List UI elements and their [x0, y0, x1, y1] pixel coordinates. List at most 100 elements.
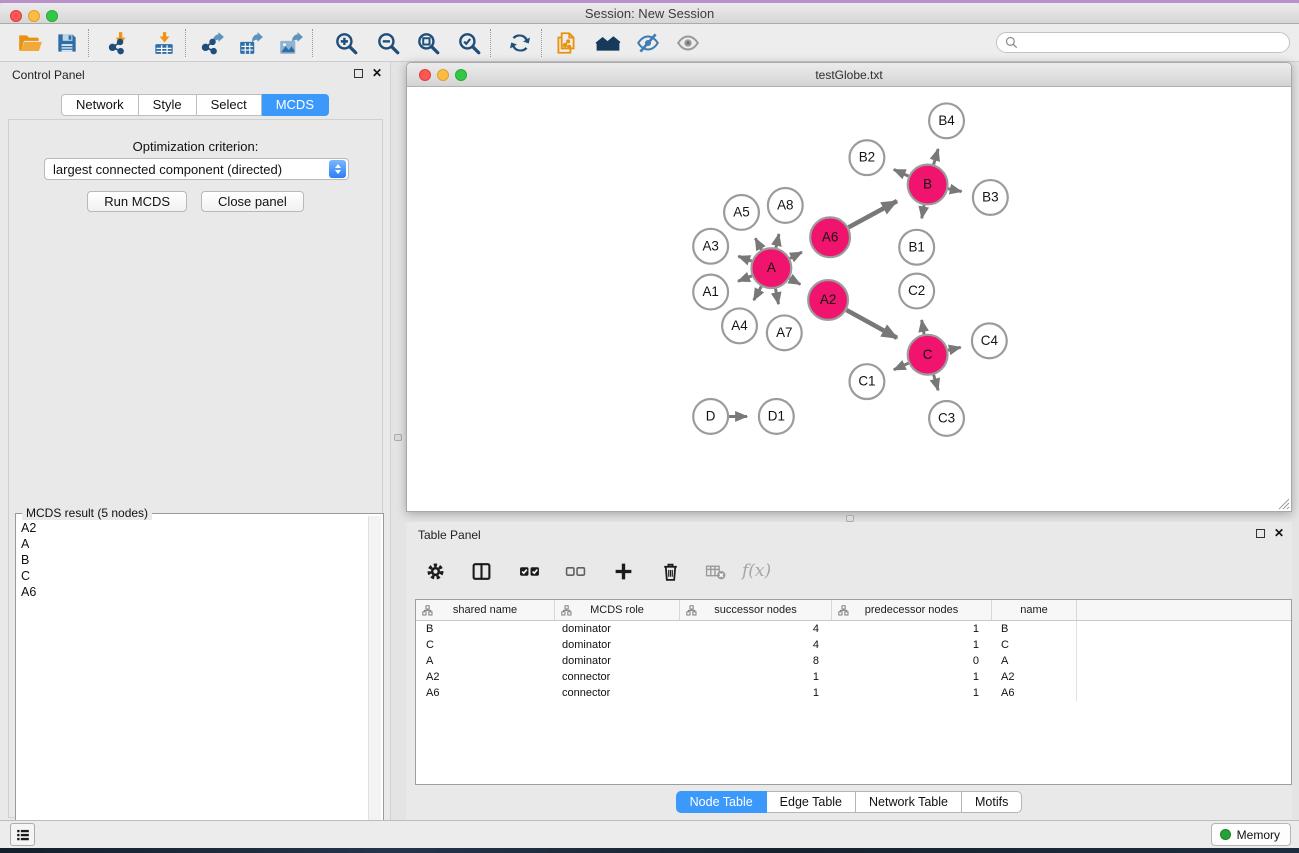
table-cell[interactable]: A2: [416, 669, 554, 685]
table-cell[interactable]: dominator: [554, 637, 679, 653]
float-panel-icon[interactable]: [354, 69, 363, 78]
close-table-panel-icon[interactable]: ✕: [1274, 528, 1284, 539]
graph-edge-C-C2[interactable]: [922, 320, 924, 334]
hide-eye-icon[interactable]: [631, 27, 665, 59]
graph-node-A1[interactable]: A1: [693, 275, 728, 310]
home-layout-icon[interactable]: [591, 27, 625, 59]
table-cell[interactable]: dominator: [554, 653, 679, 669]
table-cell[interactable]: B: [416, 621, 554, 637]
graph-node-C3[interactable]: C3: [929, 401, 964, 436]
network-canvas[interactable]: B4B2BB3A5A8A6B1A3AA1C2A2A4A7C4CC1C3DD1: [407, 87, 1291, 511]
add-column-icon[interactable]: [610, 558, 636, 584]
task-list-button[interactable]: [10, 823, 35, 846]
graph-node-A4[interactable]: A4: [722, 308, 757, 343]
graph-node-B4[interactable]: B4: [929, 103, 964, 138]
graph-edge-A6-B[interactable]: [849, 201, 897, 227]
table-cell[interactable]: B: [991, 621, 1076, 637]
horizontal-divider-grip[interactable]: [846, 515, 854, 522]
tab-select[interactable]: Select: [197, 94, 262, 116]
column-header-predecessor-nodes[interactable]: predecessor nodes: [831, 600, 991, 620]
table-cell[interactable]: A: [991, 653, 1076, 669]
column-header-name[interactable]: name: [991, 600, 1076, 620]
tab-style[interactable]: Style: [139, 94, 197, 116]
import-table-icon[interactable]: [147, 27, 181, 59]
graph-node-C4[interactable]: C4: [972, 323, 1007, 358]
table-cell[interactable]: dominator: [554, 621, 679, 637]
graph-edge-B-B3[interactable]: [948, 189, 961, 192]
table-cell[interactable]: connector: [554, 685, 679, 701]
close-panel-icon[interactable]: ✕: [372, 68, 382, 79]
graph-node-B[interactable]: B: [908, 165, 948, 205]
table-row-A[interactable]: Adominator80A: [416, 653, 1291, 669]
graph-node-B2[interactable]: B2: [849, 140, 884, 175]
function-builder-icon[interactable]: f(x): [742, 561, 771, 581]
split-view-icon[interactable]: [468, 558, 494, 584]
resize-grip-icon[interactable]: [1276, 496, 1290, 510]
table-cell[interactable]: 1: [831, 669, 991, 685]
export-image-icon[interactable]: [274, 27, 308, 59]
graph-edge-C-C4[interactable]: [948, 347, 961, 350]
table-cell[interactable]: A6: [416, 685, 554, 701]
graph-edge-A2-C[interactable]: [846, 310, 897, 338]
result-scrollbar[interactable]: [368, 516, 381, 853]
table-cell[interactable]: 8: [679, 653, 831, 669]
tab-motifs[interactable]: Motifs: [962, 791, 1022, 813]
clone-network-document-icon[interactable]: [549, 27, 583, 59]
graph-node-A[interactable]: A: [751, 248, 791, 288]
memory-button[interactable]: Memory: [1211, 823, 1291, 846]
run-mcds-button[interactable]: Run MCDS: [87, 191, 187, 212]
table-cell[interactable]: 1: [831, 621, 991, 637]
table-cell[interactable]: C: [416, 637, 554, 653]
mcds-result-item[interactable]: A6: [21, 584, 367, 600]
graph-node-C2[interactable]: C2: [899, 274, 934, 309]
graph-node-B3[interactable]: B3: [973, 180, 1008, 215]
network-graph[interactable]: B4B2BB3A5A8A6B1A3AA1C2A2A4A7C4CC1C3DD1: [407, 87, 1291, 511]
search-field[interactable]: [996, 32, 1290, 53]
mcds-result-item[interactable]: C: [21, 568, 367, 584]
zoom-selected-icon[interactable]: [452, 27, 486, 59]
graph-node-A8[interactable]: A8: [768, 188, 803, 223]
table-row-C[interactable]: Cdominator41C: [416, 637, 1291, 653]
graph-edge-C-C3[interactable]: [934, 375, 939, 391]
show-eye-icon[interactable]: [671, 27, 705, 59]
graph-edge-B-B4[interactable]: [934, 149, 939, 165]
zoom-in-icon[interactable]: [329, 27, 363, 59]
export-table-icon[interactable]: [234, 27, 268, 59]
graph-node-A5[interactable]: A5: [724, 195, 759, 230]
tab-network-table[interactable]: Network Table: [856, 791, 962, 813]
tab-network[interactable]: Network: [61, 94, 139, 116]
graph-edge-A-A7[interactable]: [775, 289, 778, 304]
unchecked-boxes-icon[interactable]: [562, 558, 588, 584]
graph-edge-A-A3[interactable]: [738, 256, 751, 261]
graph-node-A6[interactable]: A6: [810, 217, 850, 257]
zoom-fit-icon[interactable]: [411, 27, 445, 59]
graph-edge-C-C1[interactable]: [894, 363, 909, 370]
search-input[interactable]: [1023, 36, 1281, 50]
graph-edge-A-A2[interactable]: [790, 278, 801, 284]
mcds-result-item[interactable]: A: [21, 536, 367, 552]
table-cell[interactable]: 1: [679, 669, 831, 685]
graph-edge-A-A1[interactable]: [738, 276, 752, 281]
table-row-A2[interactable]: A2connector11A2: [416, 669, 1291, 685]
tab-mcds[interactable]: MCDS: [262, 94, 329, 116]
panel-divider[interactable]: [391, 62, 406, 820]
table-cell[interactable]: A2: [991, 669, 1076, 685]
import-network-icon[interactable]: [102, 27, 136, 59]
table-row-B[interactable]: Bdominator41B: [416, 621, 1291, 637]
table-cell[interactable]: 1: [831, 637, 991, 653]
column-header-shared-name[interactable]: shared name: [416, 600, 554, 620]
table-cell[interactable]: A6: [991, 685, 1076, 701]
open-folder-icon[interactable]: [13, 27, 47, 59]
graph-edge-A-A5[interactable]: [755, 238, 761, 249]
divider-grip[interactable]: [394, 434, 402, 441]
table-cell[interactable]: 4: [679, 621, 831, 637]
graph-edge-A-A6[interactable]: [790, 252, 802, 258]
column-header-MCDS-role[interactable]: MCDS role: [554, 600, 679, 620]
graph-edge-A-A4[interactable]: [754, 286, 762, 300]
table-cell[interactable]: C: [991, 637, 1076, 653]
mcds-result-item[interactable]: A2: [21, 520, 367, 536]
table-cell[interactable]: 0: [831, 653, 991, 669]
table-cell[interactable]: 1: [679, 685, 831, 701]
zoom-out-icon[interactable]: [371, 27, 405, 59]
checked-boxes-icon[interactable]: [516, 558, 542, 584]
